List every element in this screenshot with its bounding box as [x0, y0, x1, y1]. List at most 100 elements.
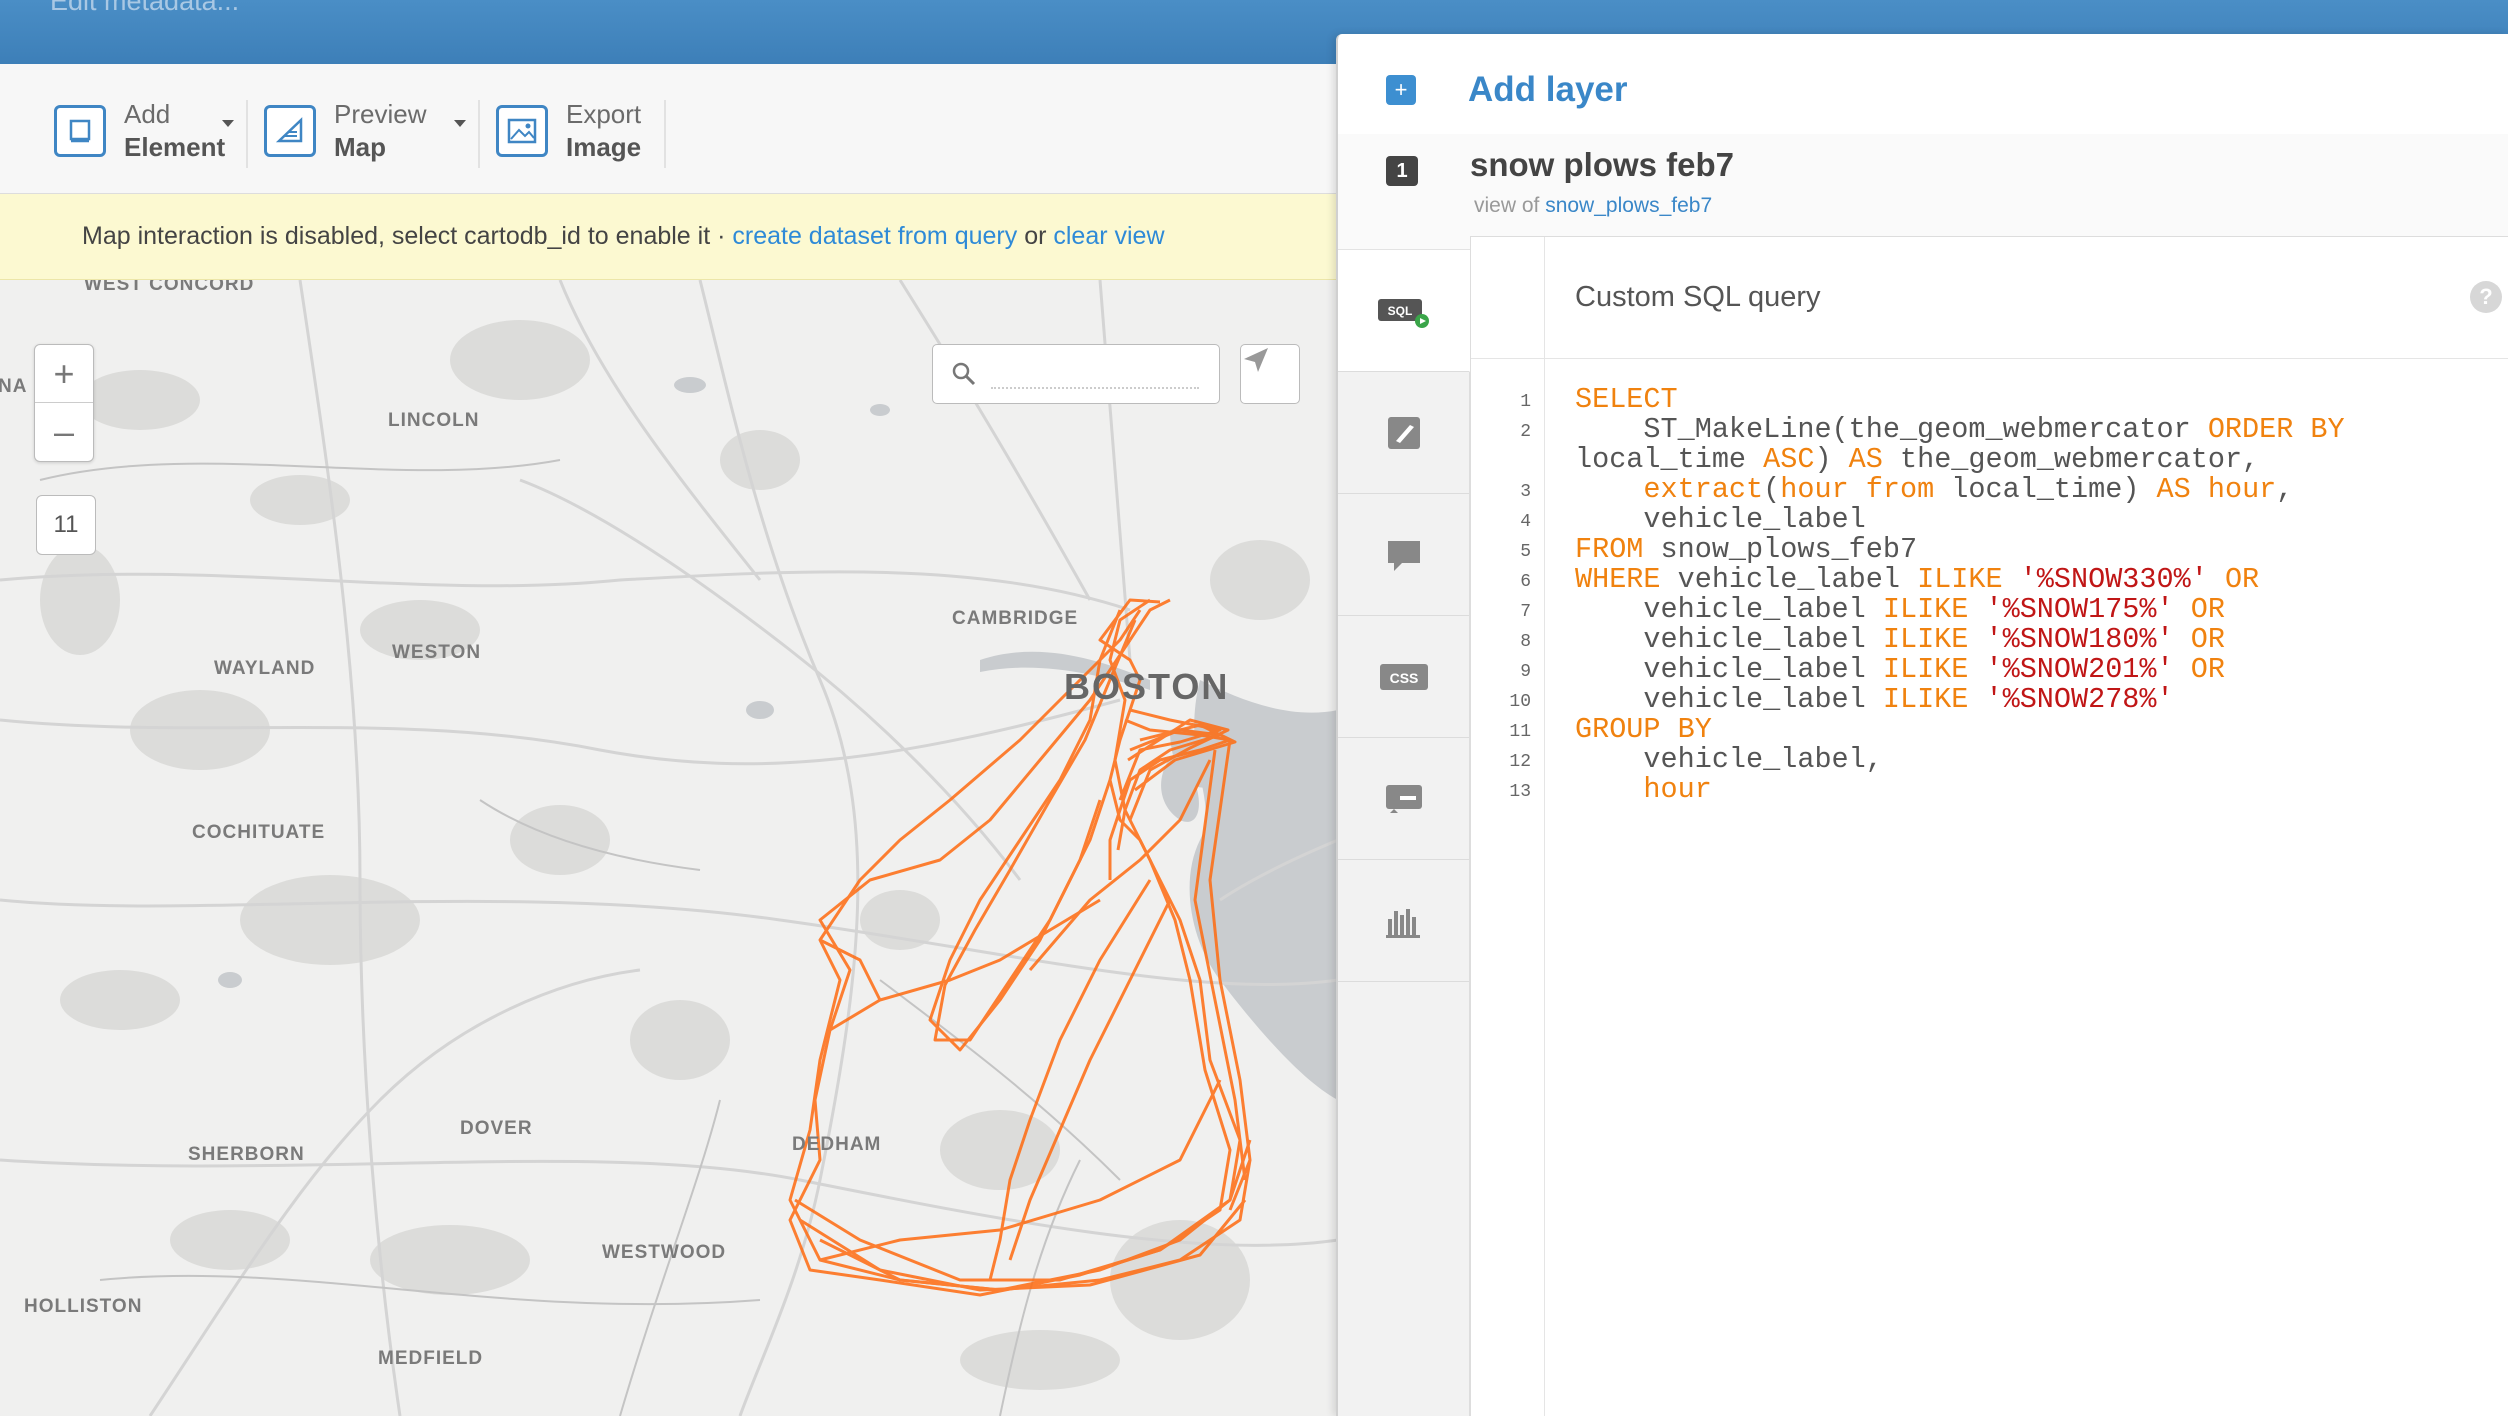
- sql-line: local_time ASC) AS the_geom_webmercator,: [1471, 445, 2508, 475]
- sidebar-item-legend[interactable]: [1338, 738, 1469, 860]
- search-icon: [952, 362, 976, 386]
- map-label-west-concord: WEST CONCORD: [84, 280, 255, 295]
- sql-text: local_time: [1575, 443, 1764, 476]
- sql-keyword: OR: [2190, 623, 2225, 656]
- sql-line: 3 extract(hour from local_time) AS hour,: [1471, 475, 2508, 505]
- add-element-label: Add Element: [124, 99, 226, 162]
- sidebar-item-chart[interactable]: [1338, 860, 1469, 982]
- sql-string: '%SNOW180%': [1985, 623, 2174, 656]
- sql-keyword: OR: [2190, 593, 2225, 626]
- line-number: 12: [1509, 752, 1531, 772]
- sql-keyword: GROUP BY: [1575, 713, 1712, 746]
- map-search-input[interactable]: [932, 344, 1220, 404]
- add-layer-label: Add layer: [1468, 70, 1628, 109]
- preview-map-label: Preview Map: [334, 99, 427, 162]
- sql-string: '%SNOW330%': [2019, 563, 2208, 596]
- zoom-in-button[interactable]: +: [35, 345, 93, 403]
- sql-keyword: hour: [2207, 473, 2277, 506]
- preview-map-button[interactable]: Preview Map: [264, 98, 466, 164]
- svg-text:SQL: SQL: [1387, 304, 1412, 318]
- sql-string: '%SNOW201%': [1985, 653, 2174, 686]
- line-number: 5: [1520, 542, 1531, 562]
- sidebar-item-infowindow[interactable]: [1338, 494, 1469, 616]
- line-number: 1: [1520, 392, 1531, 412]
- share-location-button[interactable]: [1240, 344, 1300, 404]
- sql-keyword: FROM: [1575, 533, 1644, 566]
- line-number: 8: [1520, 632, 1531, 652]
- notice-or-text: or: [1017, 222, 1054, 250]
- map-canvas[interactable]: WEST CONCORD NA LINCOLN CAMBRIDGE BOSTON…: [0, 280, 1338, 1416]
- export-image-label: Export Image: [566, 99, 642, 162]
- help-icon[interactable]: ?: [2470, 281, 2502, 313]
- zoom-level-indicator: 11: [36, 495, 96, 555]
- sql-line: 12 vehicle_label,: [1471, 745, 2508, 775]
- sql-keyword: OR: [2224, 563, 2260, 596]
- line-number: 6: [1520, 572, 1531, 592]
- sql-keyword: ILIKE: [1917, 563, 2003, 596]
- map-label-lincoln: LINCOLN: [388, 410, 480, 431]
- interaction-disabled-notice: Map interaction is disabled, select cart…: [0, 194, 1338, 280]
- sql-text: the_geom_webmercator,: [1882, 443, 2260, 476]
- sql-keyword: ILIKE: [1882, 683, 1969, 716]
- sql-editor-header: Custom SQL query ?: [1471, 237, 2508, 1416]
- export-image-button[interactable]: Export Image: [496, 98, 641, 164]
- zoom-out-button[interactable]: –: [35, 403, 93, 461]
- sql-text: vehicle_label: [1575, 683, 1883, 716]
- line-number: 4: [1520, 512, 1531, 532]
- sql-line: 4 vehicle_label: [1471, 505, 2508, 535]
- sql-text: ): [1814, 443, 1849, 476]
- divider: [664, 100, 666, 168]
- sql-line: 6 WHERE vehicle_label ILIKE '%SNOW330%' O…: [1471, 565, 2508, 595]
- sidebar-item-wizard[interactable]: [1338, 372, 1469, 494]
- edit-metadata-link[interactable]: Edit metadata...: [50, 0, 239, 17]
- map-label-weston: WESTON: [392, 642, 482, 663]
- view-of-label: view of: [1474, 194, 1540, 217]
- divider: [478, 100, 480, 168]
- sql-text: vehicle_label,: [1575, 743, 1883, 776]
- sql-keyword: extract: [1643, 473, 1764, 506]
- sidebar-item-css[interactable]: CSS: [1338, 616, 1469, 738]
- source-dataset-link[interactable]: snow_plows_feb7: [1545, 194, 1712, 217]
- sql-text: (: [1763, 473, 1781, 506]
- sql-line: 11 GROUP BY: [1471, 715, 2508, 745]
- clear-view-link[interactable]: clear view: [1053, 222, 1164, 251]
- layer-sidebar: SQL CSS: [1338, 250, 1470, 1416]
- layer-panel: + Add layer 1 snow plows feb7 view of sn…: [1336, 34, 2508, 1416]
- section-title: Custom SQL query: [1575, 281, 1821, 313]
- sql-text: local_time): [1934, 473, 2157, 506]
- sql-editor-panel: Custom SQL query ? 1 SELECT 2 ST_MakeLine(…: [1470, 236, 2508, 1416]
- add-element-button[interactable]: Add Element: [54, 98, 234, 164]
- sql-text: ,: [2276, 473, 2294, 506]
- sql-line: 13 hour: [1471, 775, 2508, 805]
- add-layer-button[interactable]: + Add layer: [1386, 70, 1628, 110]
- layer-name[interactable]: snow plows feb7: [1470, 146, 1734, 184]
- layer-source: view of snow_plows_feb7: [1474, 194, 1712, 218]
- send-arrow-icon: [1244, 348, 1268, 372]
- sql-code-editor[interactable]: 1 SELECT 2 ST_MakeLine(the_geom_webmercato…: [1471, 385, 2508, 805]
- chevron-down-icon[interactable]: [454, 120, 466, 127]
- line-number: 13: [1509, 782, 1531, 802]
- sql-keyword: AS: [2156, 473, 2191, 506]
- bar-chart-icon: [1385, 908, 1420, 938]
- svg-text:CSS: CSS: [1389, 670, 1418, 686]
- sql-keyword: AS: [1848, 443, 1883, 476]
- line-number: 11: [1509, 722, 1531, 742]
- divider: [246, 100, 248, 168]
- sidebar-item-sql[interactable]: SQL: [1338, 250, 1470, 372]
- map-label-dedham: DEDHAM: [792, 1134, 882, 1155]
- infowindow-icon: [1387, 540, 1420, 571]
- line-number: 7: [1520, 602, 1531, 622]
- map-label-boston: BOSTON: [1064, 666, 1230, 707]
- sql-text: vehicle_label: [1575, 593, 1883, 626]
- sql-text: ST_MakeLine(the_geom_webmercator: [1575, 413, 2208, 446]
- plus-icon: +: [1386, 75, 1416, 105]
- chevron-down-icon[interactable]: [222, 120, 234, 127]
- create-dataset-link[interactable]: create dataset from query: [732, 222, 1017, 251]
